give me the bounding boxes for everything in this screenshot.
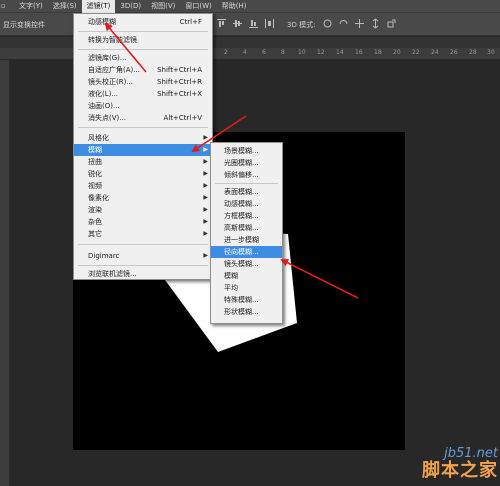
annotation-arrow-filter-menu: [104, 22, 147, 73]
annotation-arrows: [104, 22, 359, 299]
annotation-arrow-blur: [191, 115, 247, 153]
watermark-name: 脚本之家: [422, 460, 498, 481]
site-watermark: jb51.net 脚本之家: [422, 447, 498, 481]
annotation-arrow-radial-blur: [280, 259, 359, 299]
watermark-site: jb51.net: [444, 446, 498, 461]
